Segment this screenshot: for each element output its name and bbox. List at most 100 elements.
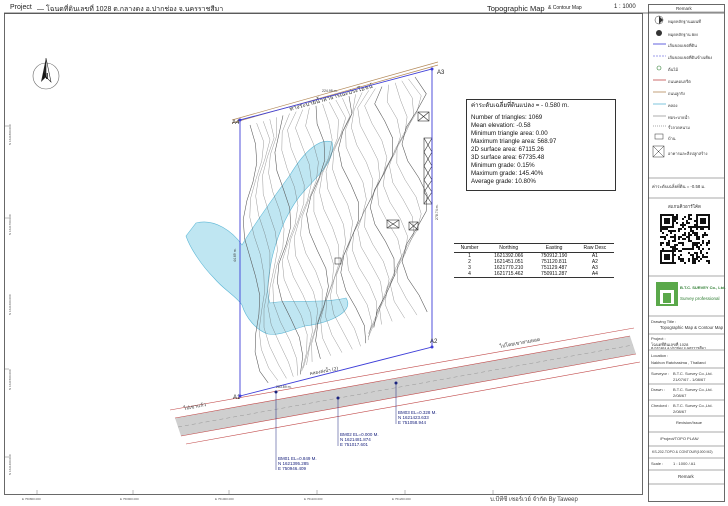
legend-item: ต้นไม้ [668, 67, 678, 72]
scale-value: 1 : 1000 / A1 [673, 461, 696, 466]
contour-line [274, 115, 304, 375]
checked-label: Checked : [651, 403, 670, 408]
qr-label: สแกนคิวอาร์โค้ด [668, 204, 701, 209]
column-header: Raw Desc [575, 243, 614, 253]
boundary-length-right: 278.74 m. [435, 204, 439, 220]
surface-statistics-box: ค่าระดับเฉลี่ยที่ดินแปลง = - 0.580 m. Nu… [466, 99, 616, 191]
company-name: B.T.C. SURVEY Co., Ltd. [680, 285, 726, 290]
legend-item: คลอง [668, 103, 678, 108]
file-number: /Project/TOPO PLAN/ [660, 436, 699, 441]
qr-code [660, 214, 710, 264]
corner-marker [238, 118, 242, 122]
scale-label: Scale : [651, 461, 664, 466]
northing-label: N 1621800.000 [8, 124, 12, 145]
drawing-title-label: Drawing Title : [651, 319, 677, 324]
corner-marker [430, 345, 434, 349]
stats-line: Average grade: 10.80% [471, 178, 536, 185]
surveyor-value: B.T.C. Survey Co.,Ltd. [673, 371, 713, 376]
drawing-title: Topographic Map & Contour Map [660, 325, 724, 330]
legend-item: หมุดหลักฐานแผนที่ [668, 19, 701, 24]
bottom-road [169, 327, 641, 445]
legend-item: เส้นขอบเขตที่ดิน [668, 43, 697, 48]
water-body [185, 140, 348, 335]
contour-line [351, 92, 377, 338]
legend-item: บ้าน [668, 136, 676, 141]
easting-label: E 750900.000 [120, 497, 139, 501]
contour-line [389, 80, 415, 319]
benchmark-easting: E 751017.601 [340, 442, 369, 447]
company-logo-icon [656, 282, 678, 306]
benchmark-label-bm02: BM02 EL=0.000 M. N 1621481.874 E 751017.… [340, 432, 379, 447]
boundary-length-bottom: 283.89 m. [276, 385, 292, 389]
surveyor-date: 21/07/67 - 1/08/67 [673, 377, 706, 382]
benchmark-label-bm01: BM01 EL=0.849 M. N 1621395.285 E 750946.… [278, 456, 317, 471]
easting-label: E 751100.000 [304, 497, 323, 501]
stats-line: Minimum triangle area: 0.00 [471, 130, 548, 137]
legend-item: ถนนคอนกรีต [668, 79, 691, 84]
stats-line: 2D surface area: 67115.26 [471, 146, 544, 153]
corner-label: A3 [437, 70, 445, 76]
legend-item: ท่อระบายน้ำ [668, 115, 690, 120]
legend-item: อาคารและสิ่งปลูกสร้าง [668, 151, 708, 156]
project-value-2: ต.กลางดง อ.ปากช่อง จ.นครราชสีมา [651, 346, 706, 350]
northing-label: N 1621500.000 [8, 369, 12, 390]
contour-line [357, 90, 384, 334]
table-row: 4 1621715.462 750911.287 A4 [454, 271, 614, 278]
boundary-length-left: 44.69 m. [233, 248, 237, 262]
stats-line: Minimum grade: 0.15% [471, 162, 535, 169]
revision-label: Revision/Issue [676, 420, 703, 425]
contour-line [383, 82, 408, 322]
remark-header: Remark [676, 6, 692, 11]
stats-line: Maximum triangle area: 568.97 [471, 138, 557, 145]
northing-label: N 1621600.000 [8, 294, 12, 315]
contour-line [377, 84, 402, 325]
stats-line: 3D surface area: 67735.48 [471, 154, 545, 161]
table-cell: 1621715.462 [485, 271, 533, 278]
benchmark-label-bm03: BM03 EL=0.328 M. N 1621423.633 E 751058.… [398, 410, 437, 425]
canal-label: คลองส่งน้ำ (2) [309, 365, 339, 377]
contour-line [364, 88, 390, 331]
easting-label: E 751200.000 [392, 497, 411, 501]
contour-line [396, 78, 422, 316]
elevation-note: ค่าระดับเฉลี่ยที่ดิน = -0.58 ม. [652, 184, 706, 189]
surveyor-label: Surveyor : [651, 371, 670, 376]
checked-date: 2/08/67 [673, 409, 687, 414]
table-cell: 4 [454, 271, 486, 278]
stats-line: Number of triangles: 1069 [471, 114, 543, 121]
road-label-top: ทางระบายน้ำสาธารณะประโยชน์ [288, 80, 374, 113]
table-header-row: Number Northing Easting Raw Desc [454, 243, 614, 253]
drawn-value: B.T.C. Survey Co.,Ltd. [673, 387, 713, 392]
easting-label: E 751000.000 [215, 497, 234, 501]
corner-marker [430, 67, 434, 71]
point-coordinate-table: Number Northing Easting Raw Desc 1 16213… [454, 243, 614, 278]
map-drawing: E 750800.000 E 750900.000 E 751000.000 E… [4, 4, 725, 502]
north-arrow-icon: N [32, 57, 60, 90]
stats-line: Maximum grade: 145.40% [471, 170, 544, 177]
location-label: Location : [651, 353, 669, 358]
legend-item: หมุดหลักฐาน BM [668, 32, 698, 37]
contour-line [369, 86, 395, 328]
footer-watermark: บ.บีทีซี เซอร์เวย์ จำกัด By Taweep [490, 497, 578, 503]
map-sheet: Project — โฉนดที่ดินเลขที่ 1028 ต.กลางดง… [0, 0, 728, 506]
stats-line: Mean elevation: -0.58 [471, 122, 531, 129]
drawn-date: 2/08/67 [673, 393, 687, 398]
remark-footer: Remark [678, 474, 694, 479]
road-label-bottom-left: ไปเขาแก้ว [182, 401, 207, 412]
legend-item: รั้วลวดหนาม [668, 125, 690, 130]
column-header: Number [454, 243, 486, 253]
benchmark-easting: E 750946.409 [278, 466, 307, 471]
column-header: Easting [532, 243, 576, 253]
northing-label: N 1621400.000 [8, 454, 12, 475]
stats-title: ค่าระดับเฉลี่ยที่ดินแปลง = - 0.580 m. [471, 102, 569, 109]
column-header: Northing [485, 243, 533, 253]
legend-item: เส้นขอบเขตที่ดินข้างเคียง [668, 55, 713, 60]
file-number-2: KS-202-TOPO & CONTOUR(1000 M2) [652, 450, 713, 454]
boundary-length-top: 224.98 m. [322, 89, 338, 93]
location-value: Nakhon Ratchasima , Thailand [651, 360, 706, 365]
table-cell: A4 [575, 271, 614, 278]
drawn-label: Drawn : [651, 387, 665, 392]
legend-symbols [652, 15, 666, 158]
easting-label: E 750800.000 [22, 497, 41, 501]
benchmark-easting: E 751058.944 [398, 420, 427, 425]
corner-label: A2 [430, 339, 438, 345]
